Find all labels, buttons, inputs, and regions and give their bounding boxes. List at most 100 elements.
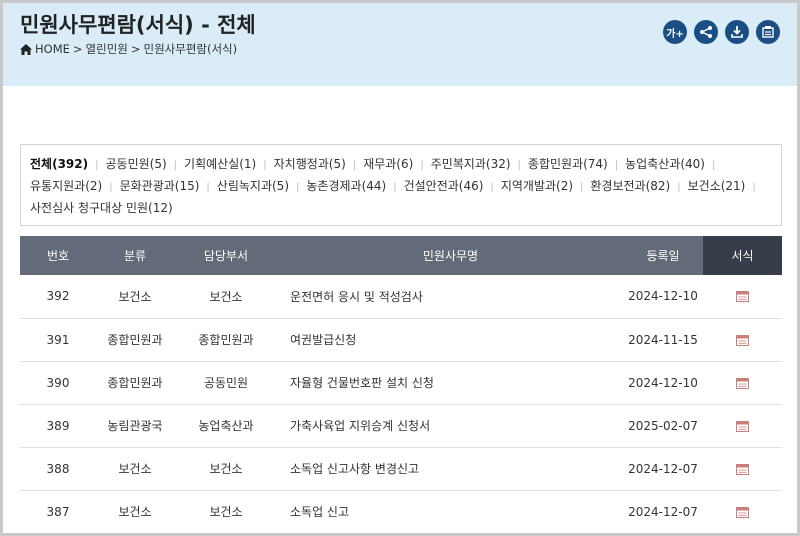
row-department: 공동민원 [174, 361, 278, 405]
filter-item[interactable]: 주민복지과(32) [431, 157, 511, 171]
filter-item[interactable]: 유통지원과(2) [30, 179, 102, 193]
breadcrumb-home[interactable]: HOME [35, 42, 70, 56]
tool-buttons: 가+ [663, 20, 780, 44]
filter-item[interactable]: 전체(392) [30, 157, 88, 171]
filter-item[interactable]: 재무과(6) [363, 157, 413, 171]
filter-item[interactable]: 종합민원과(74) [528, 157, 608, 171]
filter-separator: | [752, 182, 756, 193]
table-row[interactable]: 391 종합민원과 종합민원과 여권발급신청 2024-11-15 [20, 318, 782, 362]
breadcrumb-separator: > [72, 42, 83, 56]
row-form-download[interactable] [703, 361, 782, 405]
column-header-title[interactable]: 민원사무명 [278, 236, 623, 275]
page-header: 민원사무편람(서식) - 전체 HOME > 열린민원 > 민원사무편람(서식)… [3, 3, 797, 86]
row-form-download[interactable] [703, 447, 782, 491]
row-number: 391 [20, 318, 96, 362]
filter-item[interactable]: 공동민원(5) [105, 157, 166, 171]
filter-item[interactable]: 기획예산실(1) [184, 157, 256, 171]
filter-item[interactable]: 지역개발과(2) [501, 179, 573, 193]
filter-separator: | [614, 160, 619, 171]
breadcrumb: HOME > 열린민원 > 민원사무편람(서식) [20, 41, 237, 57]
filter-separator: | [109, 182, 113, 193]
print-icon [762, 26, 774, 38]
row-date: 2024-12-07 [623, 490, 703, 533]
table-row[interactable]: 388 보건소 보건소 소독업 신고사항 변경신고 2024-12-07 [20, 447, 782, 491]
filter-separator: | [677, 182, 681, 193]
form-file-icon[interactable] [736, 463, 749, 475]
row-category: 종합민원과 [96, 318, 174, 362]
share-button[interactable] [694, 20, 718, 44]
filter-separator: | [173, 160, 178, 171]
breadcrumb-open-civil[interactable]: 열린민원 [86, 41, 128, 57]
form-file-icon[interactable] [736, 291, 749, 303]
row-date: 2024-12-10 [623, 361, 703, 405]
page-title: 민원사무편람(서식) - 전체 [20, 13, 256, 37]
category-filter: 전체(392) | 공동민원(5) | 기획예산실(1) | 자치행정과(5) | 재무과(6)… [20, 144, 782, 226]
form-file-icon[interactable] [736, 377, 749, 389]
row-form-download[interactable] [703, 490, 782, 533]
form-file-icon[interactable] [736, 506, 749, 518]
filter-item[interactable]: 보건소(21) [688, 179, 746, 193]
column-header-category[interactable]: 분류 [96, 236, 174, 275]
table-row[interactable]: 387 보건소 보건소 소독업 신고 2024-12-07 [20, 490, 782, 533]
download-icon [731, 26, 743, 38]
table-row[interactable]: 392 보건소 보건소 운전면허 응시 및 적성검사 2024-12-10 [20, 275, 782, 319]
filter-item[interactable]: 건설안전과(46) [404, 179, 484, 193]
filter-separator: | [263, 160, 267, 171]
row-title[interactable]: 운전면허 응시 및 적성검사 [278, 275, 623, 319]
row-department: 종합민원과 [174, 318, 278, 362]
row-title[interactable]: 소독업 신고 [278, 490, 623, 533]
row-title[interactable]: 여권발급신청 [278, 318, 623, 362]
row-category: 농림관광국 [96, 404, 174, 448]
download-button[interactable] [725, 20, 749, 44]
filter-separator: | [296, 182, 300, 193]
row-title[interactable]: 가축사육업 지위승계 신청서 [278, 404, 623, 448]
row-department: 보건소 [174, 447, 278, 491]
font-size-button[interactable]: 가+ [663, 20, 687, 44]
filter-item[interactable]: 농촌경제과(44) [306, 179, 386, 193]
home-icon [20, 43, 32, 55]
table-header-row: 번호 분류 담당부서 민원사무명 등록일 서식 [20, 236, 782, 275]
row-title[interactable]: 자율형 건물번호판 설치 신청 [278, 361, 623, 405]
filter-separator: | [206, 182, 210, 193]
filter-item[interactable]: 문화관광과(15) [120, 179, 200, 193]
filter-separator: | [352, 160, 357, 171]
row-number: 390 [20, 361, 96, 405]
breadcrumb-current[interactable]: 민원사무편람(서식) [144, 41, 238, 57]
row-department: 보건소 [174, 490, 278, 533]
breadcrumb-separator: > [130, 42, 141, 56]
row-date: 2024-12-10 [623, 275, 703, 319]
column-header-date[interactable]: 등록일 [623, 236, 703, 275]
row-number: 387 [20, 490, 96, 533]
row-number: 388 [20, 447, 96, 491]
filter-item[interactable]: 농업축산과(40) [625, 157, 705, 171]
row-department: 보건소 [174, 275, 278, 319]
row-form-download[interactable] [703, 318, 782, 362]
row-number: 392 [20, 275, 96, 319]
filter-separator: | [95, 160, 99, 171]
share-icon [700, 26, 712, 38]
row-date: 2024-11-15 [623, 318, 703, 362]
row-date: 2024-12-07 [623, 447, 703, 491]
row-form-download[interactable] [703, 275, 782, 319]
print-button[interactable] [756, 20, 780, 44]
row-category: 보건소 [96, 447, 174, 491]
filter-separator: | [420, 160, 424, 171]
column-header-form[interactable]: 서식 [703, 236, 782, 275]
table-row[interactable]: 390 종합민원과 공동민원 자율형 건물번호판 설치 신청 2024-12-10 [20, 361, 782, 405]
filter-item[interactable]: 사전심사 청구대상 민원(12) [30, 201, 173, 215]
filter-item[interactable]: 환경보전과(82) [590, 179, 670, 193]
form-file-icon[interactable] [736, 420, 749, 432]
filter-separator: | [393, 182, 397, 193]
filter-separator: | [490, 182, 494, 193]
filter-separator: | [711, 160, 716, 171]
filter-item[interactable]: 자치행정과(5) [274, 157, 346, 171]
column-header-department[interactable]: 담당부서 [174, 236, 278, 275]
row-title[interactable]: 소독업 신고사항 변경신고 [278, 447, 623, 491]
form-file-icon[interactable] [736, 334, 749, 346]
filter-item[interactable]: 산림녹지과(5) [217, 179, 289, 193]
row-category: 보건소 [96, 490, 174, 533]
page-frame: 민원사무편람(서식) - 전체 HOME > 열린민원 > 민원사무편람(서식)… [0, 0, 800, 536]
table-row[interactable]: 389 농림관광국 농업축산과 가축사육업 지위승계 신청서 2025-02-07 [20, 404, 782, 448]
column-header-number[interactable]: 번호 [20, 236, 96, 275]
row-form-download[interactable] [703, 404, 782, 448]
